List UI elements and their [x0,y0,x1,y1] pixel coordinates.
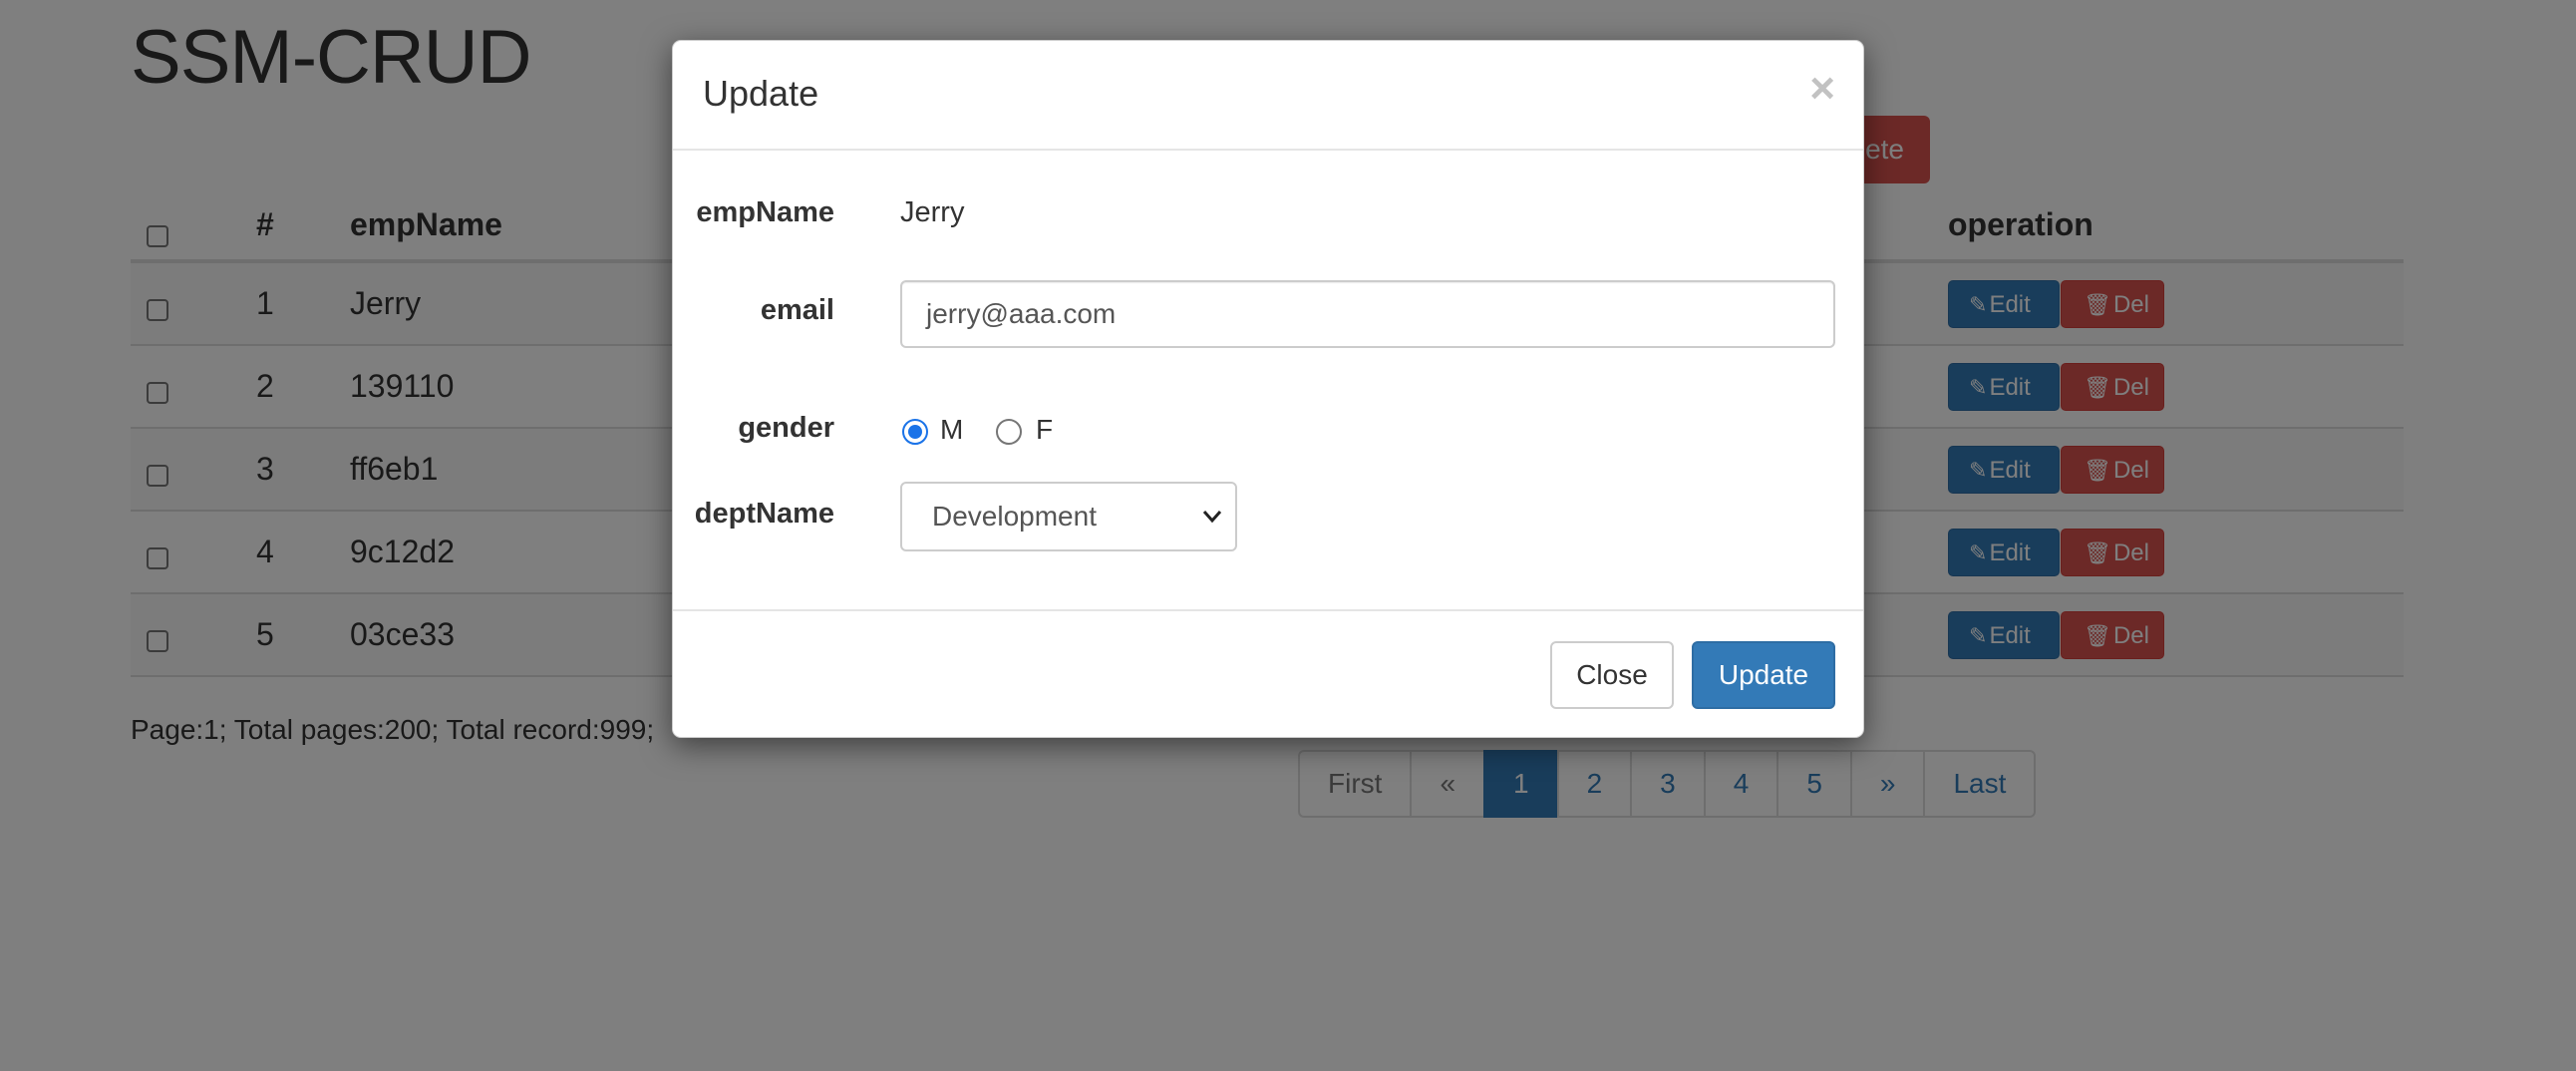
chevron-down-icon [1201,484,1223,575]
dept-select[interactable]: Development [900,482,1237,551]
modal-footer: Close Update [673,609,1863,739]
gender-m-label: M [940,414,964,445]
gender-label: gender [738,412,834,444]
modal-title: Update [703,73,819,114]
update-modal: Update × empName Jerry email jerry@aaa.c… [672,40,1864,738]
gender-m-radio[interactable] [902,419,928,445]
close-button[interactable]: Close [1550,641,1674,709]
emp-name-label: empName [696,196,834,228]
close-icon[interactable]: × [1809,67,1835,111]
dept-name-label: deptName [694,498,834,530]
emp-name-value: Jerry [900,196,965,228]
dept-select-value: Development [932,501,1097,532]
email-label: email [760,294,834,326]
gender-f-label: F [1036,414,1054,445]
gender-f-radio[interactable] [996,419,1022,445]
modal-header: Update × [673,41,1863,151]
update-button[interactable]: Update [1692,641,1835,709]
email-field[interactable]: jerry@aaa.com [900,280,1835,348]
